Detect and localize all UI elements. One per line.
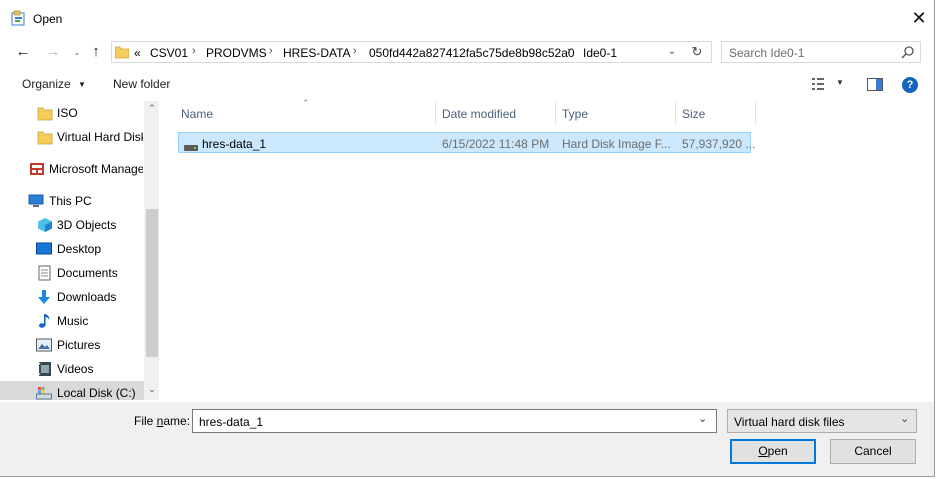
file-name-input[interactable]: hres-data_1 [199, 415, 263, 429]
folder-icon [37, 107, 53, 121]
local-disk-icon [36, 387, 52, 400]
organize-button[interactable]: Organize ▼ [22, 77, 86, 91]
title-bar: Open ✕ [0, 0, 934, 38]
column-header-name[interactable]: Name [181, 107, 213, 121]
search-icon [901, 45, 915, 59]
nav-item-label: Pictures [57, 338, 101, 352]
open-button[interactable]: Open [730, 439, 816, 464]
window-title: Open [33, 12, 63, 26]
nav-item-label: Microsoft Manage [49, 162, 143, 176]
navigation-pane: ISO Virtual Hard Disk Microsoft Manage T… [0, 101, 160, 400]
open-button-label: pen [767, 444, 788, 458]
preview-pane-icon[interactable] [867, 78, 883, 91]
sort-ascending-icon: ⌃ [302, 98, 310, 108]
nav-item-label: Desktop [57, 242, 102, 256]
chevron-right-icon[interactable]: › [269, 45, 273, 57]
file-type-select[interactable]: Virtual hard disk files ⌄ [727, 409, 917, 433]
management-console-icon [30, 163, 44, 175]
nav-item-local-disk-c[interactable]: Local Disk (C:) [0, 381, 144, 400]
scroll-up-icon[interactable]: ⌃ [146, 103, 158, 114]
file-type-value: Virtual hard disk files [734, 415, 845, 429]
organize-label: Organize [22, 77, 71, 91]
nav-item-label: Documents [57, 266, 118, 280]
nav-item-microsoft-management[interactable]: Microsoft Manage [0, 157, 143, 181]
cancel-button[interactable]: Cancel [830, 439, 916, 464]
folder-icon [114, 45, 130, 59]
documents-icon [38, 265, 51, 281]
file-size-cell: 57,937,920 ... [682, 137, 756, 151]
scrollbar-thumb[interactable] [146, 209, 158, 357]
chevron-down-icon: ⌄ [900, 413, 910, 425]
nav-item-music[interactable]: Music [0, 309, 143, 333]
refresh-icon[interactable]: ↻ [688, 43, 706, 61]
nav-item-label: Videos [57, 362, 94, 376]
3d-objects-icon [38, 218, 52, 232]
chevron-right-icon[interactable]: › [353, 45, 357, 57]
footer-area: File name: hres-data_1 ⌄ Virtual hard di… [0, 402, 934, 476]
open-dialog-icon [11, 10, 27, 26]
column-headers: ⌃ Name Date modified Type Size [160, 98, 756, 125]
nav-item-documents[interactable]: Documents [0, 261, 143, 285]
nav-item-downloads[interactable]: Downloads [0, 285, 143, 309]
view-options-dropdown[interactable]: ▼ [836, 78, 844, 87]
nav-item-label: ISO [57, 106, 78, 120]
search-input[interactable]: Search Ide0-1 [729, 46, 804, 60]
change-view-icon[interactable] [812, 78, 830, 90]
pictures-icon [36, 338, 52, 352]
address-overflow[interactable]: « [134, 46, 141, 60]
crumb-ide0-1[interactable]: Ide0-1 [583, 46, 617, 60]
nav-item-label: Downloads [57, 290, 117, 304]
file-name-label-part: File [134, 414, 157, 428]
help-icon[interactable]: ? [902, 77, 918, 93]
search-box[interactable]: Search Ide0-1 [721, 41, 921, 63]
folder-icon [37, 131, 53, 145]
up-button[interactable]: ↑ [85, 41, 107, 63]
address-bar[interactable]: « CSV01 › PRODVMS › HRES-DATA › 050fd442… [111, 41, 712, 63]
nav-item-label: Local Disk (C:) [57, 386, 136, 400]
nav-item-label: This PC [49, 194, 92, 208]
nav-item-desktop[interactable]: Desktop [0, 237, 143, 261]
crumb-prodvms[interactable]: PRODVMS [206, 46, 267, 60]
nav-item-3d-objects[interactable]: 3D Objects [0, 213, 143, 237]
hard-disk-image-icon [184, 140, 198, 151]
new-folder-button[interactable]: New folder [113, 77, 170, 91]
nav-item-iso[interactable]: ISO [0, 101, 143, 125]
nav-item-videos[interactable]: Videos [0, 357, 143, 381]
crumb-csv01[interactable]: CSV01 [150, 46, 188, 60]
downloads-icon [38, 290, 50, 304]
nav-item-label: 3D Objects [57, 218, 117, 232]
file-name-cell: hres-data_1 [202, 137, 267, 151]
scroll-down-icon[interactable]: ⌄ [146, 384, 158, 395]
nav-item-pictures[interactable]: Pictures [0, 333, 143, 357]
open-button-mnemonic: O [758, 444, 768, 458]
open-dialog: Open ✕ ← → ⌄ ↑ « CSV01 › PRODVMS › HRES-… [0, 0, 935, 477]
close-button[interactable]: ✕ [908, 7, 930, 29]
column-header-type[interactable]: Type [562, 107, 588, 121]
file-name-history-dropdown[interactable]: ⌄ [698, 412, 707, 425]
caret-down-icon: ▼ [78, 80, 86, 89]
nav-item-label: Virtual Hard Disk [57, 130, 143, 144]
address-dropdown-button[interactable]: ⌄ [664, 43, 680, 61]
file-name-label: File name: [134, 414, 190, 428]
desktop-icon [36, 242, 52, 255]
column-header-size[interactable]: Size [682, 107, 705, 121]
crumb-hres-data[interactable]: HRES-DATA [283, 46, 351, 60]
column-header-date-modified[interactable]: Date modified [442, 107, 516, 121]
file-name-label-part: ame: [163, 414, 191, 428]
file-type-cell: Hard Disk Image F... [562, 137, 671, 151]
computer-icon [28, 194, 44, 207]
file-date-cell: 6/15/2022 11:48 PM [442, 137, 550, 151]
music-icon [39, 314, 50, 328]
nav-item-label: Music [57, 314, 89, 328]
forward-button[interactable]: → [42, 41, 64, 63]
videos-icon [39, 362, 51, 376]
crumb-guid-folder[interactable]: 050fd442a827412fa5c75de8b98c52a0 [369, 46, 575, 60]
back-button[interactable]: ← [12, 41, 34, 63]
nav-item-virtual-hard-disk[interactable]: Virtual Hard Disk [0, 125, 143, 149]
file-name-field[interactable]: hres-data_1 ⌄ [192, 409, 717, 433]
chevron-right-icon[interactable]: › [567, 45, 571, 57]
file-row[interactable]: hres-data_1 6/15/2022 11:48 PM Hard Disk… [178, 132, 755, 153]
nav-item-this-pc[interactable]: This PC [0, 189, 143, 213]
chevron-right-icon[interactable]: › [192, 45, 196, 57]
